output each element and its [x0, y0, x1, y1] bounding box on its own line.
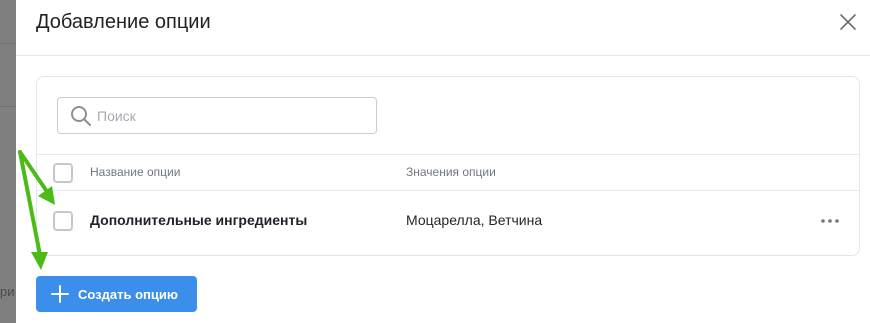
- plus-icon: [51, 285, 69, 303]
- column-header-values: Значения опции: [406, 165, 496, 179]
- table-header: Название опции Значения опции: [37, 154, 859, 191]
- background-text: ри: [0, 284, 15, 299]
- search-input[interactable]: [97, 98, 367, 133]
- create-option-button[interactable]: Создать опцию: [36, 276, 197, 312]
- select-all-checkbox[interactable]: [53, 163, 73, 183]
- close-icon: [840, 14, 856, 30]
- row-checkbox[interactable]: [53, 211, 73, 231]
- table-row[interactable]: Дополнительные ингредиенты Моцарелла, Ве…: [37, 191, 859, 251]
- close-button[interactable]: [838, 12, 858, 32]
- add-option-dialog: Добавление опции Название опции Значения…: [16, 0, 870, 323]
- option-values: Моцарелла, Ветчина: [406, 212, 543, 228]
- background-page: ри: [0, 0, 16, 323]
- option-name: Дополнительные ингредиенты: [90, 212, 308, 228]
- more-actions-button[interactable]: [819, 213, 841, 229]
- more-horizontal-icon: [821, 219, 839, 223]
- dialog-header: Добавление опции: [16, 0, 870, 56]
- options-card: Название опции Значения опции Дополнител…: [36, 76, 860, 256]
- column-header-name: Название опции: [90, 165, 181, 179]
- background-divider: [0, 43, 16, 44]
- search-icon: [70, 105, 92, 127]
- search-box[interactable]: [57, 97, 377, 134]
- background-divider: [0, 106, 16, 107]
- dialog-title: Добавление опции: [36, 11, 211, 33]
- create-option-label: Создать опцию: [78, 287, 178, 302]
